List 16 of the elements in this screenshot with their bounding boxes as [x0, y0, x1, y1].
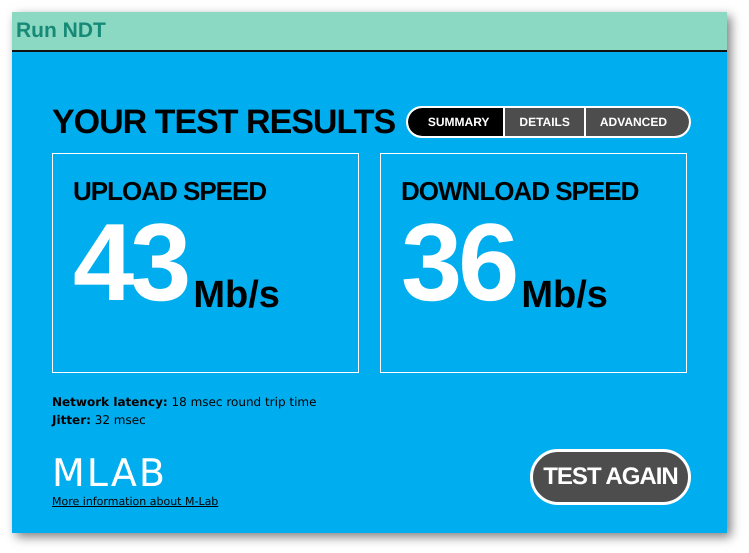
speed-value: 36 — [401, 213, 516, 313]
stat-text: Network latency: 18 msec round trip time — [52, 394, 318, 411]
speed-unit: Mb/s — [521, 277, 608, 313]
speed-unit: Mb/s — [193, 277, 280, 313]
result-label: DOWNLOAD SPEED — [401, 176, 640, 207]
result-label: UPLOAD SPEED — [73, 176, 268, 207]
stat-text: Jitter: 32 msec — [52, 412, 147, 429]
mlab-logo: MLAB — [52, 453, 167, 493]
speed-value: 43 — [73, 213, 188, 313]
info-link[interactable]: More information about M-Lab — [52, 495, 218, 508]
tab[interactable]: SUMMARY — [408, 108, 504, 136]
results-heading: YOUR TEST RESULTS — [52, 102, 396, 142]
tab[interactable]: ADVANCED — [586, 108, 689, 136]
test-again-button[interactable]: TEST AGAIN — [530, 449, 691, 505]
window-title: Run NDT — [16, 19, 106, 43]
tab[interactable]: DETAILS — [505, 108, 584, 136]
